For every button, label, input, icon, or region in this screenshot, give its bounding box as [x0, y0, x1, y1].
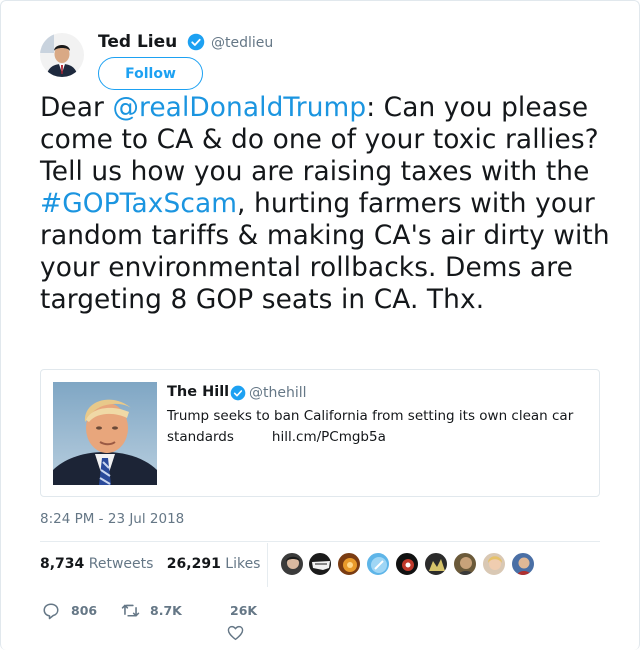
- quoted-tweet-handle[interactable]: @thehill: [249, 385, 307, 401]
- mention-link[interactable]: @realDonaldTrump: [112, 92, 366, 123]
- liker-avatar[interactable]: [511, 552, 535, 576]
- quoted-tweet-photo: [53, 382, 157, 485]
- tweet-text: Dear @realDonaldTrump: Can you please co…: [40, 92, 615, 316]
- retweets-stat[interactable]: 8,734 Retweets: [40, 556, 153, 572]
- heart-icon: [227, 625, 244, 641]
- quoted-tweet-name[interactable]: The Hill: [167, 384, 229, 400]
- like-action[interactable]: 26K: [225, 602, 265, 642]
- tweet-text-segment: Dear: [40, 92, 113, 123]
- reply-icon: [43, 603, 59, 620]
- like-count: 26K: [230, 603, 258, 618]
- quoted-tweet[interactable]: The Hill @thehill Trump seeks to ban Cal…: [40, 369, 600, 497]
- tweet-timestamp[interactable]: 8:24 PM - 23 Jul 2018: [40, 511, 184, 527]
- liker-avatar[interactable]: [366, 552, 390, 576]
- liker-avatar[interactable]: [308, 552, 332, 576]
- author-avatar[interactable]: [40, 33, 84, 77]
- follow-button[interactable]: Follow: [98, 57, 203, 90]
- liker-avatar[interactable]: [280, 552, 304, 576]
- reply-action[interactable]: 806: [42, 602, 102, 620]
- liker-avatar[interactable]: [424, 552, 448, 576]
- retweet-action[interactable]: 8.7K: [121, 602, 191, 620]
- author-handle[interactable]: @tedlieu: [211, 35, 273, 51]
- author-name[interactable]: Ted Lieu: [98, 32, 177, 52]
- retweet-icon: [121, 604, 140, 617]
- verified-badge-icon: [230, 385, 246, 401]
- reply-count: 806: [71, 603, 98, 618]
- divider: [40, 541, 600, 542]
- hashtag-link[interactable]: #GOPTaxScam: [40, 188, 237, 219]
- verified-badge-icon: [187, 33, 205, 51]
- liker-avatar[interactable]: [453, 552, 477, 576]
- liker-avatar[interactable]: [337, 552, 361, 576]
- tweet-stats: 8,734 Retweets 26,291 Likes: [40, 556, 260, 572]
- quoted-tweet-text: Trump seeks to ban California from setti…: [167, 406, 587, 448]
- likes-stat[interactable]: 26,291 Likes: [167, 556, 261, 572]
- quoted-tweet-link[interactable]: hill.cm/PCmgb5a: [272, 429, 386, 445]
- liker-avatar[interactable]: [395, 552, 419, 576]
- liker-avatar[interactable]: [482, 552, 506, 576]
- retweet-count: 8.7K: [150, 603, 182, 618]
- stats-separator: [267, 543, 268, 587]
